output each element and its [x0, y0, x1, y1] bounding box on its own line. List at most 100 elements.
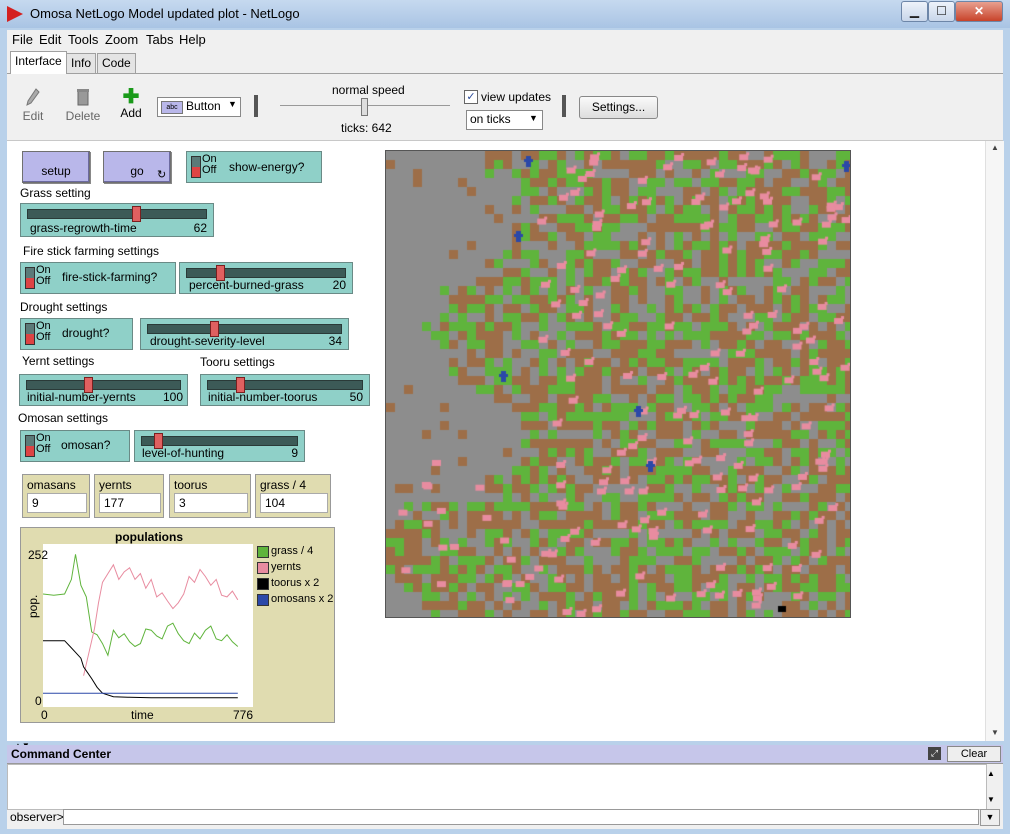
widget-type-value: Button	[186, 99, 221, 113]
observer-label: observer>	[10, 810, 64, 824]
fire-stick-switch[interactable]: On Off fire-stick-farming?	[20, 262, 176, 294]
view-updates-label: view updates	[481, 90, 552, 104]
delete-label: Delete	[65, 109, 101, 123]
legend-swatch	[257, 594, 269, 606]
setup-label: setup	[41, 164, 71, 178]
initial-yernts-slider[interactable]: initial-number-yernts 100	[19, 374, 188, 406]
slider-label: drought-severity-level	[150, 334, 265, 348]
slider-track[interactable]	[27, 209, 207, 219]
go-button[interactable]: go ↻	[103, 151, 171, 183]
command-center: Command Center ⤢ Clear ▲ ▼ observer> ▼	[7, 745, 1003, 829]
plot-lines	[43, 554, 239, 699]
monitor-label: grass / 4	[260, 478, 307, 492]
chevron-down-icon[interactable]: ▼	[980, 809, 1000, 826]
monitor-label: omasans	[27, 478, 76, 492]
scroll-up-icon[interactable]: ▲	[987, 769, 995, 778]
slider-label: percent-burned-grass	[189, 278, 304, 292]
world-view[interactable]	[385, 150, 851, 618]
chevron-down-icon: ▼	[529, 113, 538, 123]
slider-value: 9	[291, 446, 298, 460]
y-tick-max: 252	[28, 548, 49, 562]
scroll-down-icon[interactable]: ▼	[987, 795, 995, 804]
grass-regrowth-slider[interactable]: grass-regrowth-time 62	[20, 203, 214, 237]
monitor-omasans: omasans 9	[22, 474, 90, 518]
slider-thumb[interactable]	[132, 206, 142, 222]
menu-edit[interactable]: Edit	[39, 32, 61, 47]
view-updates-checkbox[interactable]: ✓	[464, 90, 478, 104]
menu-tools[interactable]: Tools	[68, 32, 98, 47]
monitor-value: 177	[99, 493, 161, 513]
menu-file[interactable]: File	[12, 32, 33, 47]
menu-bar: File Edit Tools Zoom Tabs Help	[7, 30, 1003, 49]
scroll-up-icon[interactable]: ▲	[991, 143, 999, 152]
plot-legend: grass / 4 yernts toorus x 2 omosans x 2	[257, 544, 333, 608]
switch-on-off: On Off	[202, 153, 217, 176]
tab-interface[interactable]: Interface	[10, 51, 67, 74]
settings-button[interactable]: Settings...	[579, 96, 658, 119]
drought-severity-slider[interactable]: drought-severity-level 34	[140, 318, 349, 350]
maximize-button[interactable]: ☐	[928, 1, 955, 22]
slider-label: initial-number-yernts	[27, 390, 136, 404]
drought-switch[interactable]: On Off drought?	[20, 318, 133, 350]
speed-label: normal speed	[332, 83, 405, 97]
switch-toggle[interactable]	[191, 156, 201, 178]
switch-toggle[interactable]	[25, 435, 35, 457]
series-line-0	[43, 554, 239, 657]
speed-slider-thumb[interactable]	[361, 98, 368, 116]
x-tick-min: 0	[41, 708, 48, 722]
slider-label: initial-number-toorus	[208, 390, 318, 404]
widget-type-select[interactable]: abc Button ▼	[157, 97, 241, 117]
monitor-value: 3	[174, 493, 248, 513]
yernt-settings-label: Yernt settings	[22, 354, 95, 368]
slider-track[interactable]	[141, 436, 298, 446]
slider-label: level-of-hunting	[142, 446, 225, 460]
slider-track[interactable]	[26, 380, 181, 390]
slider-track[interactable]	[207, 380, 363, 390]
setup-button[interactable]: setup	[22, 151, 90, 183]
slider-value: 20	[332, 278, 346, 292]
tab-info[interactable]: Info	[66, 53, 97, 73]
scroll-down-icon[interactable]: ▼	[991, 728, 999, 737]
add-tool[interactable]: ✚ Add	[117, 87, 145, 120]
update-mode-select[interactable]: on ticks ▼	[466, 110, 543, 130]
menu-zoom[interactable]: Zoom	[105, 32, 138, 47]
level-of-hunting-slider[interactable]: level-of-hunting 9	[134, 430, 305, 462]
slider-value: 50	[349, 390, 363, 404]
switch-toggle[interactable]	[25, 323, 35, 345]
slider-track[interactable]	[186, 268, 346, 278]
legend-label: toorus x 2	[271, 577, 320, 589]
command-input[interactable]	[63, 809, 979, 825]
switch-toggle[interactable]	[25, 267, 35, 289]
legend-item: grass / 4	[257, 544, 333, 560]
initial-toorus-slider[interactable]: initial-number-toorus 50	[200, 374, 370, 406]
close-button[interactable]: ✕	[955, 1, 1003, 22]
monitor-grass: grass / 4 104	[255, 474, 331, 518]
menu-tabs[interactable]: Tabs	[146, 32, 173, 47]
monitor-toorus: toorus 3	[169, 474, 251, 518]
toolbar-separator	[562, 95, 566, 117]
show-energy-switch[interactable]: On Off show-energy?	[186, 151, 322, 183]
fire-settings-label: Fire stick farming settings	[23, 244, 160, 258]
tab-code[interactable]: Code	[97, 53, 136, 73]
ticks-label: ticks: 642	[341, 121, 392, 135]
vertical-scrollbar[interactable]: ▲ ▼	[985, 141, 1004, 741]
delete-tool[interactable]: Delete	[65, 88, 101, 123]
plot-title: populations	[115, 530, 183, 544]
slider-value: 100	[162, 390, 183, 404]
series-line-2	[43, 640, 238, 699]
slider-value: 62	[193, 221, 207, 235]
slider-track[interactable]	[147, 324, 342, 334]
expand-icon[interactable]: ⤢	[928, 747, 941, 760]
x-tick-max: 776	[233, 708, 254, 722]
switch-on-off: On Off	[36, 432, 51, 455]
omosan-switch[interactable]: On Off omosan?	[20, 430, 130, 462]
percent-burned-slider[interactable]: percent-burned-grass 20	[179, 262, 353, 294]
monitor-label: yernts	[99, 478, 132, 492]
minimize-button[interactable]: ▁	[901, 1, 928, 22]
chevron-down-icon: ▼	[228, 99, 237, 109]
menu-help[interactable]: Help	[179, 32, 206, 47]
update-mode-value: on ticks	[470, 112, 511, 126]
edit-tool[interactable]: Edit	[21, 88, 45, 123]
clear-button[interactable]: Clear	[947, 746, 1001, 762]
omosan-label: omosan?	[61, 438, 111, 452]
